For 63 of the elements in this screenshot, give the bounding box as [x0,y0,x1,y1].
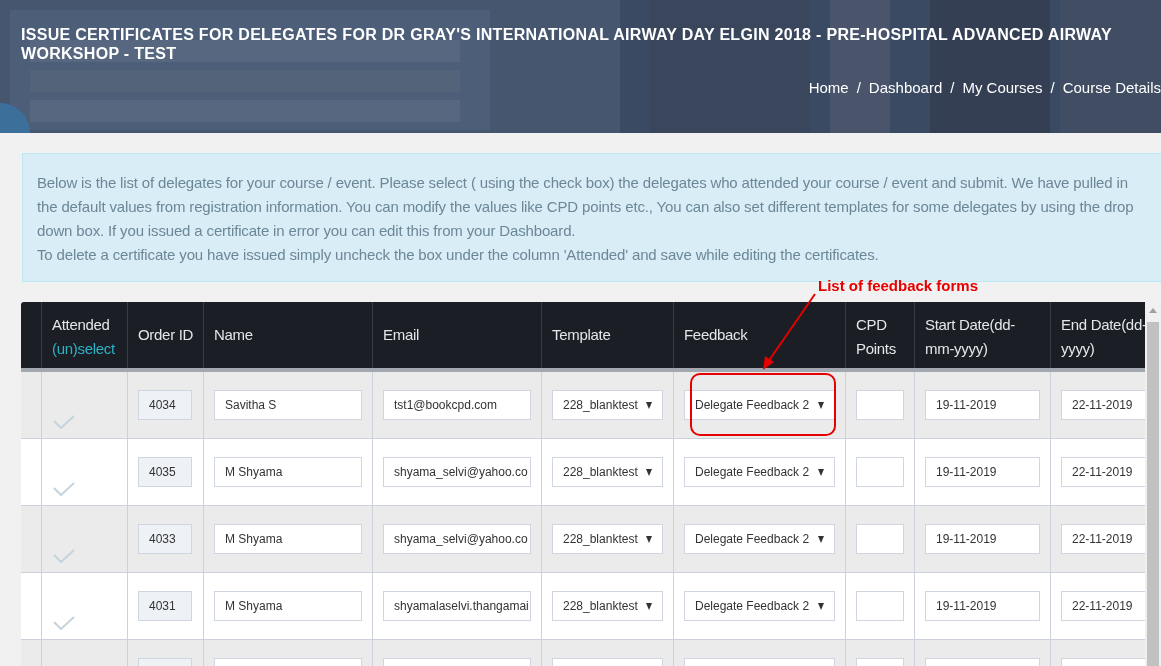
end-date-field[interactable]: 22-11-2019 [1061,390,1145,420]
email-field[interactable]: shyamalaselvi.thangamai [383,591,531,621]
checkmark-icon[interactable] [53,616,75,630]
breadcrumb-separator: / [950,79,955,96]
caret-icon [646,535,652,543]
start-date-field[interactable]: 19-11-2019 [925,524,1040,554]
email-field[interactable]: shyama_selvi@yahoo.co [383,524,531,554]
template-dropdown[interactable]: 228_blanktest [552,591,663,621]
name-field[interactable]: M Shyama [214,591,362,621]
column-header: Attended [52,316,110,333]
template-dropdown[interactable]: 228_blanktest [552,524,663,554]
caret-icon [818,535,824,543]
caret-icon [818,468,824,476]
order-id-field[interactable]: 4033 [138,524,192,554]
annotation-label: List of feedback forms [818,277,979,294]
checkmark-icon[interactable] [53,482,75,496]
column-header: Feedback [684,326,748,343]
start-date-field[interactable]: 19-11-2019 [925,390,1040,420]
column-header: Order ID [138,326,194,343]
feedback-dropdown[interactable]: Delegate Feedback 2 [684,390,835,420]
order-id-field[interactable]: 4031 [138,591,192,621]
feedback-dropdown[interactable]: Delegate Feedback 2 [684,524,835,554]
checkmark-icon[interactable] [53,415,75,429]
caret-icon [818,401,824,409]
caret-icon [646,468,652,476]
feedback-dropdown[interactable]: Delegate Feedback 2 [684,457,835,487]
cpd-points-field[interactable] [856,390,904,420]
caret-icon [818,602,824,610]
name-field[interactable]: M Shyama [214,524,362,554]
breadcrumb-link[interactable]: Course Details [1062,79,1161,96]
email-field[interactable]: shyama_selvi@yahoo.co [383,457,531,487]
email-field[interactable]: tst1@bookcpd.com [383,390,531,420]
column-header: Email [383,326,419,343]
info-message: Below is the list of delegates for your course / event. Please select ( using the check box) the delegates who attended your course / event and submit. We have pulled in the default values from registration information. You can modify the values like CPD points etc., You can also set different templates for some delegates by using the drop down box. If you issued a certificate in error you can edit this from your Dashboard. To delete a certificate you have issued simply uncheck the box under the column 'Attended' and save while editing the certificates. [37,173,1135,265]
unselect-link[interactable]: (un)select [52,337,117,361]
column-header: Name [214,326,253,343]
order-id-field[interactable]: 4034 [138,390,192,420]
column-header: Start Date(dd-mm-yyyy) [925,316,1015,357]
start-date-field[interactable]: 19-11-2019 [925,591,1040,621]
breadcrumb-link[interactable]: Dashboard [868,79,943,96]
breadcrumb-link[interactable]: My Courses [962,79,1043,96]
breadcrumb-separator: / [856,79,861,96]
start-date-field[interactable]: 19-11-2019 [925,457,1040,487]
breadcrumb-link[interactable]: Home [808,79,849,96]
name-field[interactable]: M Shyama [214,457,362,487]
end-date-field[interactable]: 22-11-2019 [1061,524,1145,554]
order-id-field[interactable]: 4035 [138,457,192,487]
page-title: ISSUE CERTIFICATES FOR DELEGATES FOR DR GRAY'S INTERNATIONAL AIRWAY DAY ELGIN 2018 - PRE-HOSPITAL ADVANCED AIRWAY WORKSHOP - TEST [21,25,1113,63]
end-date-field[interactable]: 22-11-2019 [1061,591,1145,621]
breadcrumb-separator: / [1050,79,1055,96]
checkmark-icon[interactable] [53,549,75,563]
cpd-points-field[interactable] [856,591,904,621]
caret-icon [646,602,652,610]
cpd-points-field[interactable] [856,457,904,487]
end-date-field[interactable]: 22-11-2019 [1061,457,1145,487]
name-field[interactable]: Savitha S [214,390,362,420]
template-dropdown[interactable]: 228_blanktest [552,390,663,420]
template-dropdown[interactable]: 228_blanktest [552,457,663,487]
cpd-points-field[interactable] [856,524,904,554]
column-header: CPD Points [856,316,896,357]
feedback-dropdown[interactable]: Delegate Feedback 2 [684,591,835,621]
caret-icon [646,401,652,409]
column-header: Template [552,326,611,343]
